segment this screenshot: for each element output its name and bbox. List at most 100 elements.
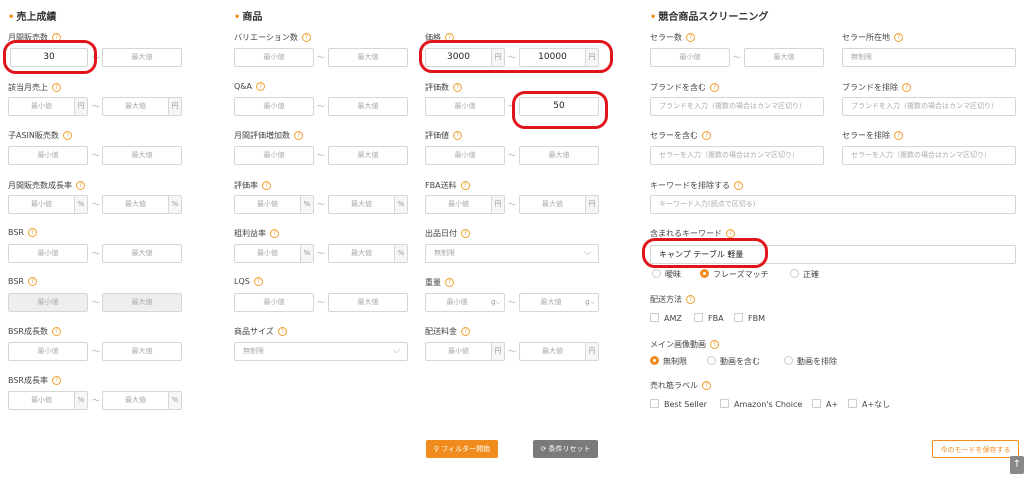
weight-min-input[interactable]: 最小値 g⌵ — [425, 293, 505, 312]
help-icon[interactable]: ? — [726, 229, 735, 238]
product-size-select[interactable]: 無制限 ⌵ — [234, 342, 408, 361]
variations-max-input[interactable]: 最大値 — [328, 48, 408, 67]
help-icon[interactable]: ? — [52, 83, 61, 92]
rating-max-input[interactable]: 最大値 — [519, 146, 599, 165]
child-asin-min-input[interactable]: 最小値 — [8, 146, 88, 165]
exclude-seller-label: セラーを排除? — [842, 130, 903, 141]
help-icon[interactable]: ? — [253, 277, 263, 286]
help-icon[interactable]: ? — [294, 131, 303, 140]
bsr-rate-max-input[interactable]: 最大値% — [102, 391, 182, 410]
help-icon[interactable]: ? — [894, 131, 903, 140]
bsr-max-input[interactable]: 最大値 — [102, 244, 182, 263]
help-icon[interactable]: ? — [686, 295, 695, 304]
bsr-count-min-input[interactable]: 最小値 — [8, 342, 88, 361]
sales-growth-min-input[interactable]: 最小値% — [8, 195, 88, 214]
best-label-no-aplus[interactable]: A+なし — [848, 399, 890, 410]
range-separator: ～ — [733, 53, 741, 62]
help-icon[interactable]: ? — [27, 277, 37, 286]
help-icon[interactable]: ? — [277, 327, 287, 336]
help-icon[interactable]: ? — [301, 33, 311, 42]
gross-margin-min-input[interactable]: 最小値% — [234, 244, 314, 263]
rating-min-input[interactable]: 最小値 — [425, 146, 505, 165]
monthly-revenue-min-input[interactable]: 最小値円 — [8, 97, 88, 116]
help-icon[interactable]: ? — [734, 181, 743, 190]
gross-margin-max-input[interactable]: 最大値% — [328, 244, 408, 263]
checkbox-icon — [650, 313, 659, 322]
review-count-min-input[interactable]: 最小値 — [425, 97, 505, 116]
exclude-seller-input[interactable]: セラーを入力（複数の場合はカンマ区切り） — [842, 146, 1016, 165]
listing-date-select[interactable]: 無制限 ⌵ — [425, 244, 599, 263]
help-icon[interactable]: ? — [702, 381, 711, 390]
help-icon[interactable]: ? — [445, 278, 454, 287]
monthly-reviews-max-input[interactable]: 最大値 — [328, 146, 408, 165]
best-label-amazons-choice[interactable]: Amazon's Choice — [720, 399, 802, 409]
help-icon[interactable]: ? — [702, 131, 711, 140]
help-icon[interactable]: ? — [461, 229, 470, 238]
shipping-fee-min-input[interactable]: 最小値円 — [425, 342, 505, 361]
help-icon[interactable]: ? — [76, 181, 85, 190]
include-brand-input[interactable]: ブランドを入力（複数の場合はカンマ区切り） — [650, 97, 824, 116]
filter-start-button[interactable]: ⚲ フィルター開始 — [426, 440, 498, 458]
help-icon[interactable]: ? — [270, 229, 279, 238]
sales-growth-max-input[interactable]: 最大値% — [102, 195, 182, 214]
best-label-best-seller[interactable]: Best Seller — [650, 399, 707, 409]
save-mode-button[interactable]: 今のモードを保存する — [932, 440, 1019, 458]
best-label-aplus[interactable]: A+ — [812, 399, 838, 409]
weight-unit-select[interactable]: g⌵ — [582, 294, 598, 311]
help-icon[interactable]: ? — [461, 327, 470, 336]
exclude-brand-input[interactable]: ブランドを入力（複数の場合はカンマ区切り） — [842, 97, 1016, 116]
help-icon[interactable]: ? — [262, 181, 271, 190]
help-icon[interactable]: ? — [686, 33, 695, 42]
help-icon[interactable]: ? — [710, 340, 719, 349]
main-video-include[interactable]: 動画を含む — [707, 356, 760, 367]
scroll-top-icon[interactable]: ↑ — [1010, 456, 1024, 474]
fba-fee-max-input[interactable]: 最大値円 — [519, 195, 599, 214]
qa-max-input[interactable]: 最大値 — [328, 97, 408, 116]
reset-button[interactable]: ⟳ 条件リセット — [533, 440, 598, 458]
bsr-count-max-input[interactable]: 最大値 — [102, 342, 182, 361]
match-mode-exact[interactable]: 正確 — [790, 269, 819, 280]
variations-min-input[interactable]: 最小値 — [234, 48, 314, 67]
shipping-fee-max-input[interactable]: 最大値円 — [519, 342, 599, 361]
main-video-exclude[interactable]: 動画を排除 — [784, 356, 837, 367]
weight-unit-select[interactable]: g⌵ — [488, 294, 504, 311]
monthly-sales-max-input[interactable]: 最大値 — [102, 48, 182, 67]
match-mode-fuzzy[interactable]: 曖昧 — [652, 269, 681, 280]
range-separator: ～ — [317, 53, 325, 62]
help-icon[interactable]: ? — [460, 181, 470, 190]
help-icon[interactable]: ? — [62, 131, 72, 140]
bsr-min-input[interactable]: 最小値 — [8, 244, 88, 263]
include-seller-input[interactable]: セラーを入力（複数の場合はカンマ区切り） — [650, 146, 824, 165]
exclude-keyword-input[interactable]: キーワード入力(読点で区切る) — [650, 195, 1016, 214]
weight-max-input[interactable]: 最大値 g⌵ — [519, 293, 599, 312]
help-icon[interactable]: ? — [51, 376, 61, 385]
radio-selected-icon — [650, 356, 659, 365]
help-icon[interactable]: ? — [710, 83, 719, 92]
help-icon[interactable]: ? — [902, 83, 911, 92]
seller-count-max-input[interactable]: 最大値 — [744, 48, 824, 67]
help-icon[interactable]: ? — [51, 327, 61, 336]
help-icon[interactable]: ? — [27, 228, 37, 237]
shipping-method-fba[interactable]: FBA — [694, 313, 724, 323]
fba-fee-min-input[interactable]: 最小値円 — [425, 195, 505, 214]
help-icon[interactable]: ? — [894, 33, 903, 42]
seller-count-min-input[interactable]: 最小値 — [650, 48, 730, 67]
exclude-keyword-label: キーワードを排除する? — [650, 180, 743, 191]
help-icon[interactable]: ? — [453, 83, 462, 92]
monthly-reviews-min-input[interactable]: 最小値 — [234, 146, 314, 165]
rating-rate-max-input[interactable]: 最大値% — [328, 195, 408, 214]
bsr-rate-min-input[interactable]: 最小値% — [8, 391, 88, 410]
lqs-min-input[interactable]: 最小値 — [234, 293, 314, 312]
child-asin-max-input[interactable]: 最大値 — [102, 146, 182, 165]
rating-rate-min-input[interactable]: 最小値% — [234, 195, 314, 214]
help-icon[interactable]: ? — [453, 131, 462, 140]
help-icon[interactable]: ? — [256, 82, 266, 91]
monthly-revenue-max-input[interactable]: 最大値円 — [102, 97, 182, 116]
qa-min-input[interactable]: 最小値 — [234, 97, 314, 116]
shipping-method-fbm[interactable]: FBM — [734, 313, 765, 323]
main-video-unlimited[interactable]: 無制限 — [650, 356, 687, 367]
seller-location-input[interactable]: 無制限 — [842, 48, 1016, 67]
lqs-max-input[interactable]: 最大値 — [328, 293, 408, 312]
match-mode-phrase[interactable]: フレーズマッチ — [700, 269, 769, 280]
shipping-method-amz[interactable]: AMZ — [650, 313, 682, 323]
